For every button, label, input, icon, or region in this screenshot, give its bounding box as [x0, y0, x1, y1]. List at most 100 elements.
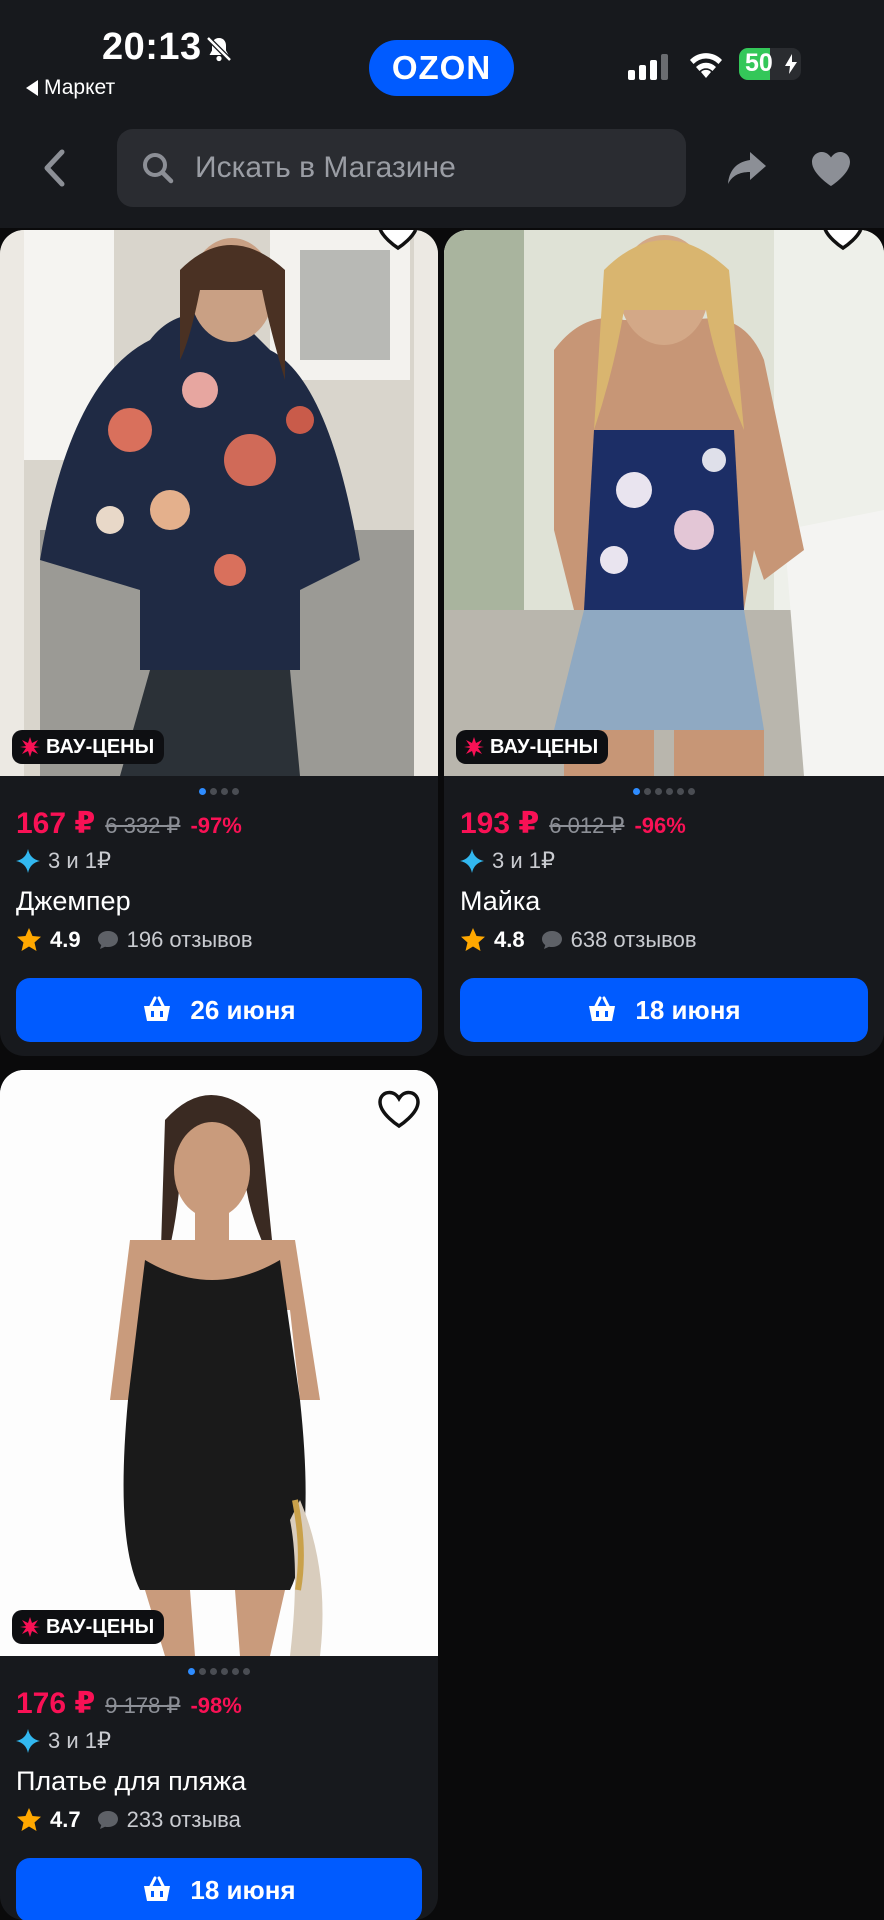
- current-price: 167 ₽: [16, 807, 96, 840]
- reviews-count: 196 отзывов: [126, 927, 253, 952]
- ozon-logo[interactable]: OZON: [369, 40, 514, 96]
- carousel-dot: [221, 1668, 228, 1675]
- carousel-dot: [232, 788, 239, 795]
- rating-row: 4.9 196 отзывов: [16, 927, 253, 953]
- badge-label: ВАУ-ЦЕНЫ: [46, 1615, 155, 1638]
- discount-percent: -96%: [634, 813, 686, 838]
- carousel-dot: [199, 1668, 206, 1675]
- star-icon: [17, 928, 41, 951]
- heart-outline-icon[interactable]: [376, 1088, 422, 1130]
- product-title[interactable]: Джемпер: [16, 886, 131, 917]
- add-to-cart-button[interactable]: 26 июня: [16, 978, 422, 1042]
- carousel-dot: [677, 788, 684, 795]
- status-time: 20:13: [102, 26, 202, 68]
- wow-prices-badge: ВАУ-ЦЕНЫ: [12, 1610, 165, 1644]
- product-title[interactable]: Майка: [460, 886, 540, 917]
- burst-icon: [20, 1617, 40, 1637]
- back-to-app-link[interactable]: Маркет: [26, 76, 115, 100]
- review-bubble-icon: [541, 931, 562, 949]
- product-photo[interactable]: [444, 230, 884, 776]
- reviews-count: 233 отзыва: [126, 1807, 241, 1832]
- carousel-dot: [232, 1668, 239, 1675]
- carousel-dot: [243, 1668, 250, 1675]
- rating-value: 4.9: [50, 927, 81, 952]
- product-title[interactable]: Платье для пляжа: [16, 1766, 246, 1797]
- discount-percent: -98%: [190, 1693, 242, 1718]
- carousel-dot: [688, 788, 695, 795]
- image-carousel-dots: [444, 788, 884, 795]
- current-price: 176 ₽: [16, 1687, 96, 1720]
- price-row: 176 ₽ 9 178 ₽ -98%: [16, 1686, 242, 1721]
- carousel-dot: [210, 788, 217, 795]
- price-row: 167 ₽ 6 332 ₽ -97%: [16, 806, 242, 841]
- back-arrow-icon[interactable]: [38, 146, 72, 190]
- badge-label: ВАУ-ЦЕНЫ: [46, 735, 155, 758]
- installment-offer: 3 и 1₽: [16, 1728, 111, 1754]
- star-icon: [17, 1808, 41, 1831]
- rating-row: 4.8 638 отзывов: [460, 927, 697, 953]
- wifi-icon: [690, 53, 722, 78]
- carousel-dot: [210, 1668, 217, 1675]
- back-triangle-icon: [26, 80, 38, 96]
- wow-prices-badge: ВАУ-ЦЕНЫ: [456, 730, 609, 764]
- carousel-dot: [221, 788, 228, 795]
- review-bubble-icon: [97, 931, 118, 949]
- search-placeholder: Искать в Магазине: [195, 151, 456, 184]
- delivery-date: 26 июня: [190, 994, 296, 1025]
- search-input[interactable]: Искать в Магазине: [117, 129, 686, 207]
- product-image-top: [444, 230, 884, 776]
- basket-icon: [589, 996, 616, 1021]
- product-card[interactable]: ВАУ-ЦЕНЫ 193 ₽ 6 012 ₽ -96% 3 и 1₽ Майка…: [444, 230, 884, 1056]
- product-image-dress: [0, 1070, 438, 1656]
- back-to-app-label: Маркет: [44, 76, 116, 99]
- carousel-dot: [644, 788, 651, 795]
- delivery-date: 18 июня: [635, 994, 741, 1025]
- price-row: 193 ₽ 6 012 ₽ -96%: [460, 806, 686, 841]
- app-header: 20:13 Маркет OZON 50 Искать в Магазине: [0, 0, 884, 228]
- product-photo[interactable]: [0, 230, 438, 776]
- charging-bolt-icon: [785, 54, 797, 74]
- cellular-signal-icon: [628, 54, 668, 80]
- delivery-date: 18 июня: [190, 1874, 296, 1905]
- heart-outline-icon[interactable]: [820, 230, 866, 252]
- current-price: 193 ₽: [460, 807, 540, 840]
- burst-icon: [20, 737, 40, 757]
- sparkle-icon: [16, 1729, 40, 1753]
- add-to-cart-button[interactable]: 18 июня: [16, 1858, 422, 1920]
- sparkle-icon: [16, 849, 40, 873]
- basket-icon: [144, 996, 171, 1021]
- product-photo[interactable]: [0, 1070, 438, 1656]
- old-price: 6 332 ₽: [105, 813, 181, 838]
- heart-outline-icon[interactable]: [375, 230, 421, 252]
- burst-icon: [464, 737, 484, 757]
- rating-value: 4.7: [50, 1807, 81, 1832]
- add-to-cart-button[interactable]: 18 июня: [460, 978, 868, 1042]
- installment-offer: 3 и 1₽: [460, 848, 555, 874]
- sparkle-icon: [460, 849, 484, 873]
- carousel-dot: [655, 788, 662, 795]
- favorites-heart-icon[interactable]: [810, 150, 852, 188]
- installment-offer: 3 и 1₽: [16, 848, 111, 874]
- old-price: 6 012 ₽: [549, 813, 625, 838]
- image-carousel-dots: [0, 1668, 438, 1675]
- search-icon: [143, 153, 174, 184]
- product-card[interactable]: ВАУ-ЦЕНЫ 167 ₽ 6 332 ₽ -97% 3 и 1₽ Джемп…: [0, 230, 438, 1056]
- share-icon[interactable]: [726, 148, 768, 188]
- reviews-count: 638 отзывов: [570, 927, 697, 952]
- installment-label: 3 и 1₽: [48, 1728, 111, 1753]
- star-icon: [461, 928, 485, 951]
- installment-label: 3 и 1₽: [492, 848, 555, 873]
- review-bubble-icon: [97, 1811, 118, 1829]
- image-carousel-dots: [0, 788, 438, 795]
- badge-label: ВАУ-ЦЕНЫ: [490, 735, 599, 758]
- wow-prices-badge: ВАУ-ЦЕНЫ: [12, 730, 165, 764]
- rating-row: 4.7 233 отзыва: [16, 1807, 241, 1833]
- product-image-blouse: [0, 230, 438, 776]
- old-price: 9 178 ₽: [105, 1693, 181, 1718]
- carousel-dot: [199, 788, 206, 795]
- installment-label: 3 и 1₽: [48, 848, 111, 873]
- carousel-dot: [666, 788, 673, 795]
- product-card[interactable]: ВАУ-ЦЕНЫ 176 ₽ 9 178 ₽ -98% 3 и 1₽ Плать…: [0, 1070, 438, 1920]
- discount-percent: -97%: [190, 813, 242, 838]
- rating-value: 4.8: [494, 927, 525, 952]
